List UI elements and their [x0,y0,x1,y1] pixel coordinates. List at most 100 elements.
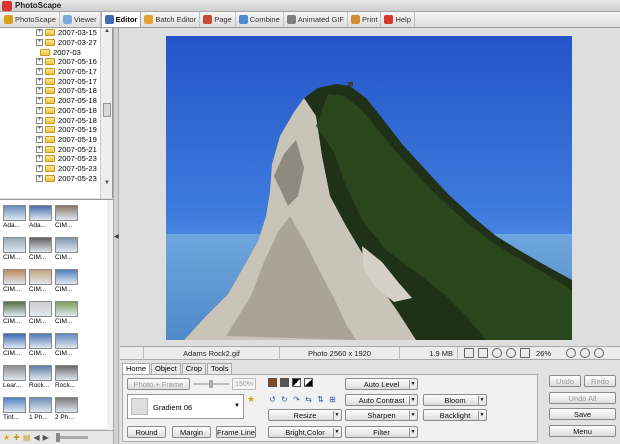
scroll-down-icon[interactable]: ▼ [104,180,110,186]
scroll-up-icon[interactable]: ▲ [104,28,110,34]
rotate-arbitrary-icon[interactable]: ↷ [292,395,301,404]
tab-print[interactable]: Print [348,12,382,27]
zoom-fit-icon[interactable] [492,348,502,358]
menu-button[interactable]: Menu [549,425,616,437]
forward-arrow-icon[interactable]: ▶ [43,433,49,442]
expand-icon[interactable]: + [36,29,43,37]
flip-vertical-icon[interactable]: ⇅ [316,395,325,404]
dropdown-arrow-icon[interactable]: ▼ [333,411,340,420]
expand-icon[interactable]: + [36,39,43,47]
zoom-window-icon[interactable] [506,348,516,358]
tab-crop[interactable]: Crop [181,363,206,374]
expand-icon[interactable]: + [36,155,43,163]
round-button[interactable]: Round [127,426,166,438]
expand-icon[interactable]: + [36,174,43,182]
thumbnail-item[interactable]: Tint... [3,397,28,427]
thumbnail-item[interactable]: CIM... [29,237,54,267]
thumbnail-item[interactable]: CIM... [3,301,28,331]
dropdown-arrow-icon[interactable]: ▼ [409,428,416,437]
save-button[interactable]: Save [549,408,616,420]
tree-folder-item[interactable]: +2007-05-18 [0,86,100,96]
tree-folder-item[interactable]: +2007-05-19 [0,125,100,135]
thumbnail-item[interactable]: Ada... [3,205,28,235]
folder-open-icon[interactable]: ▤ [23,433,31,442]
gray-swatch-icon[interactable] [280,378,289,387]
thumbnail-item[interactable]: CIM... [29,269,54,299]
thumbnail-item[interactable]: CIM... [29,333,54,363]
chevron-down-icon[interactable]: ▼ [234,403,240,409]
tab-combine[interactable]: Combine [236,12,284,27]
expand-icon[interactable]: + [36,68,43,76]
folder-tree-scroll-thumb[interactable] [103,103,111,117]
back-arrow-icon[interactable]: ◀ [33,433,39,442]
tab-editor[interactable]: Editor [100,12,142,27]
zoom-in-icon[interactable] [566,348,576,358]
fit-grid-icon[interactable] [464,348,474,358]
expand-icon[interactable]: + [36,87,43,95]
tree-folder-item[interactable]: +2007-05-21 [0,144,100,154]
half-black-swatch-icon[interactable] [292,378,301,387]
thumbnail-item[interactable]: CIM... [55,269,80,299]
tab-page[interactable]: Page [200,12,236,27]
thumbnail-item[interactable]: CIM... [3,333,28,363]
thumbnail-item[interactable]: CIM... [3,237,28,267]
thumbnail-item[interactable]: CIM... [55,205,80,235]
tree-folder-item[interactable]: +2007-05-17 [0,76,100,86]
dropdown-arrow-icon[interactable]: ▼ [478,411,485,420]
dropdown-arrow-icon[interactable]: ▼ [478,396,485,405]
collapse-arrow-icon[interactable]: ◀ [114,233,119,240]
expand-icon[interactable]: + [36,116,43,124]
zoom-out-icon[interactable] [580,348,590,358]
tab-batch-editor[interactable]: Batch Editor [141,12,201,27]
expand-icon[interactable]: + [36,145,43,153]
tree-folder-item[interactable]: +2007-05-18 [0,106,100,116]
auto-level-button[interactable]: Auto Level ▼ [345,378,418,390]
backlight-button[interactable]: Backlight ▼ [423,409,487,421]
tab-viewer[interactable]: Viewer [60,12,101,27]
rotate-left-icon[interactable]: ↺ [268,395,277,404]
folder-add-icon[interactable]: ✚ [13,433,20,442]
actual-size-icon[interactable] [478,348,488,358]
frame-zoom-slider[interactable] [193,380,229,388]
expand-icon[interactable]: + [36,126,43,134]
tree-folder-item[interactable]: +2007-03-15 [0,28,100,38]
straighten-icon[interactable]: ⊞ [328,395,337,404]
tree-folder-item[interactable]: +2007-05-17 [0,67,100,77]
tab-animated-gif[interactable]: Animated GIF [284,12,349,27]
half-white-swatch-icon[interactable] [304,378,313,387]
zoom-select-icon[interactable] [520,348,530,358]
undo-button[interactable]: Undo [549,375,581,387]
redo-button[interactable]: Redo [584,375,616,387]
tree-folder-item[interactable]: +2007-05-18 [0,115,100,125]
frame-zoom-field[interactable]: 150% [232,378,256,390]
tree-folder-item[interactable]: 2007-03 [0,47,100,57]
tree-folder-item[interactable]: +2007-05-16 [0,57,100,67]
tab-home[interactable]: Home [122,363,151,374]
expand-icon[interactable]: + [36,135,43,143]
favorite-star-icon[interactable]: ★ [247,394,255,405]
sharpen-button[interactable]: Sharpen ▼ [345,409,418,421]
bright-color-button[interactable]: Bright,Color ▼ [268,426,342,438]
brown-swatch-icon[interactable] [268,378,277,387]
thumbnail-item[interactable]: Rock... [55,365,80,395]
expand-icon[interactable]: + [36,106,43,114]
margin-button[interactable]: Margin [172,426,211,438]
thumbnail-item[interactable]: CIM... [3,269,28,299]
thumbnail-item[interactable]: CIM... [55,301,80,331]
info-icon[interactable] [594,348,604,358]
thumbnail-item[interactable]: CIM... [55,237,80,267]
dropdown-arrow-icon[interactable]: ▼ [409,380,416,389]
filter-button[interactable]: Filter ▼ [345,426,418,438]
tab-tools[interactable]: Tools [206,363,233,374]
bloom-button[interactable]: Bloom ▼ [423,394,487,406]
folder-tree-vertical-scrollbar[interactable]: ▲ ▼ [100,28,112,198]
tree-folder-item[interactable]: +2007-05-23 [0,154,100,164]
auto-contrast-button[interactable]: Auto Contrast ▼ [345,394,418,406]
resize-button[interactable]: Resize ▼ [268,409,342,421]
tab-object[interactable]: Object [151,363,181,374]
expand-icon[interactable]: + [36,97,43,105]
thumbnail-item[interactable]: CIM... [29,301,54,331]
thumbnail-item[interactable]: CIM... [55,333,80,363]
tree-folder-item[interactable]: +2007-05-19 [0,135,100,145]
tab-photoscape[interactable]: PhotoScape [1,12,60,27]
